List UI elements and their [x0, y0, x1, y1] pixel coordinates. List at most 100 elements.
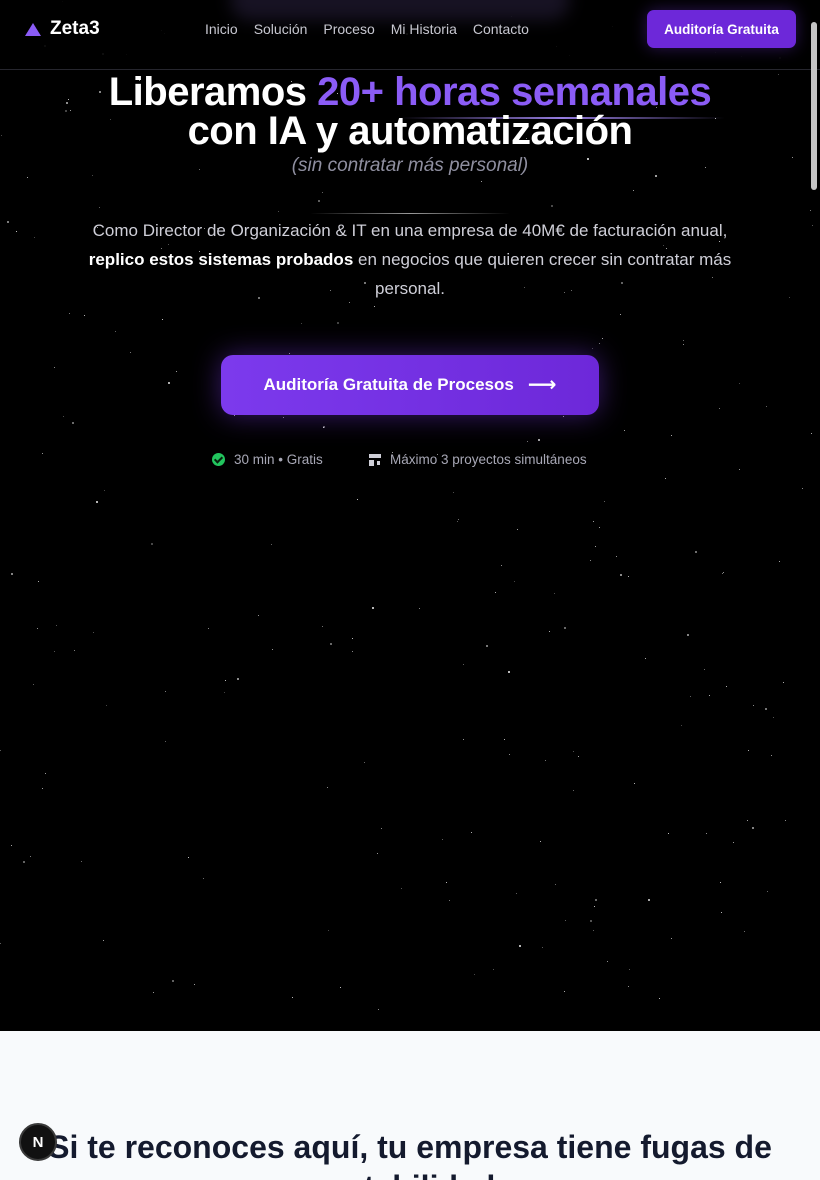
description-strong: replico estos sistemas probados — [88, 250, 354, 269]
star-dot — [30, 856, 31, 857]
star-dot — [442, 839, 443, 840]
star-dot — [527, 441, 528, 442]
star-dot — [594, 906, 595, 907]
star-dot — [104, 490, 105, 491]
star-dot — [377, 853, 378, 854]
star-dot — [374, 306, 375, 307]
star-dot — [283, 417, 284, 418]
brand-name: Zeta3 — [50, 18, 100, 39]
star-dot — [322, 626, 323, 627]
star-dot — [549, 631, 550, 632]
star-dot — [225, 680, 226, 681]
star-dot — [54, 651, 55, 652]
star-dot — [381, 828, 382, 829]
star-dot — [599, 343, 600, 344]
star-dot — [595, 546, 596, 547]
star-dot — [771, 755, 772, 756]
nav-link-proceso[interactable]: Proceso — [323, 21, 374, 37]
star-dot — [624, 430, 625, 431]
nav-link-solucion[interactable]: Solución — [254, 21, 308, 37]
star-dot — [188, 857, 189, 858]
brand-logo[interactable]: Zeta3 — [25, 18, 100, 40]
star-dot — [328, 930, 329, 931]
star-dot — [372, 607, 374, 609]
star-dot — [194, 984, 195, 985]
star-dot — [789, 297, 790, 298]
cta-label: Auditoría Gratuita de Procesos — [263, 375, 514, 394]
star-dot — [590, 920, 592, 922]
star-dot — [37, 628, 38, 629]
star-dot — [719, 408, 720, 409]
star-dot — [607, 961, 608, 962]
triangle-logo-icon — [25, 22, 41, 36]
nav-glow — [230, 0, 570, 20]
star-dot — [33, 684, 34, 685]
star-dot — [704, 669, 705, 670]
star-dot — [812, 225, 813, 226]
star-dot — [0, 943, 1, 944]
nav-link-contacto[interactable]: Contacto — [473, 21, 529, 37]
star-dot — [551, 205, 553, 207]
star-dot — [578, 756, 579, 757]
star-dot — [668, 833, 669, 834]
star-dot — [481, 181, 482, 182]
star-dot — [327, 787, 328, 788]
hero-headline-line2: con IA y automatización — [187, 109, 633, 153]
star-dot — [802, 488, 803, 489]
dev-tools-badge[interactable]: N — [19, 1123, 57, 1161]
star-dot — [593, 930, 594, 931]
star-dot — [449, 900, 450, 901]
star-dot — [690, 696, 691, 697]
hero-section: Liberamos 20+ horas semanales con IA y a… — [0, 0, 820, 1031]
star-dot — [11, 573, 13, 575]
star-dot — [766, 406, 767, 407]
star-dot — [602, 338, 603, 339]
star-dot — [45, 773, 46, 774]
star-dot — [56, 625, 57, 626]
star-dot — [378, 1009, 379, 1010]
star-dot — [687, 634, 689, 636]
star-dot — [495, 592, 496, 593]
star-dot — [565, 920, 566, 921]
star-dot — [748, 750, 749, 751]
star-dot — [234, 415, 235, 416]
star-dot — [16, 231, 17, 232]
star-dot — [474, 974, 475, 975]
star-dot — [681, 725, 682, 726]
star-dot — [590, 560, 591, 561]
audit-cta-button[interactable]: Auditoría Gratuita de Procesos ⟶ — [221, 355, 599, 415]
star-dot — [74, 650, 75, 651]
star-dot — [629, 969, 630, 970]
star-dot — [364, 762, 365, 763]
star-dot — [555, 884, 556, 885]
star-dot — [258, 615, 259, 616]
star-dot — [165, 691, 166, 692]
star-dot — [81, 861, 82, 862]
meta-capacity: Máximo 3 proyectos simultáneos — [369, 452, 587, 467]
star-dot — [739, 383, 740, 384]
arrow-right-icon: ⟶ — [527, 374, 557, 396]
page-scrollbar[interactable] — [811, 22, 817, 190]
star-dot — [463, 664, 464, 665]
star-dot — [115, 331, 116, 332]
star-dot — [337, 322, 339, 324]
hero-subheadline: (sin contratar más personal) — [291, 155, 529, 176]
star-dot — [278, 211, 279, 212]
nav-link-inicio[interactable]: Inicio — [205, 21, 238, 37]
star-dot — [501, 565, 502, 566]
star-dot — [208, 628, 209, 629]
nav-audit-button[interactable]: Auditoría Gratuita — [647, 10, 796, 48]
star-dot — [504, 739, 505, 740]
star-dot — [7, 221, 9, 223]
star-dot — [508, 671, 510, 673]
star-dot — [753, 705, 754, 706]
star-dot — [72, 422, 74, 424]
nav-link-mi-historia[interactable]: Mi Historia — [391, 21, 457, 37]
star-dot — [811, 433, 812, 434]
star-dot — [96, 501, 98, 503]
star-dot — [34, 237, 35, 238]
headline-accent: 20+ horas semanales — [317, 70, 712, 114]
star-dot — [203, 878, 204, 879]
star-dot — [723, 572, 724, 573]
star-dot — [224, 692, 225, 693]
